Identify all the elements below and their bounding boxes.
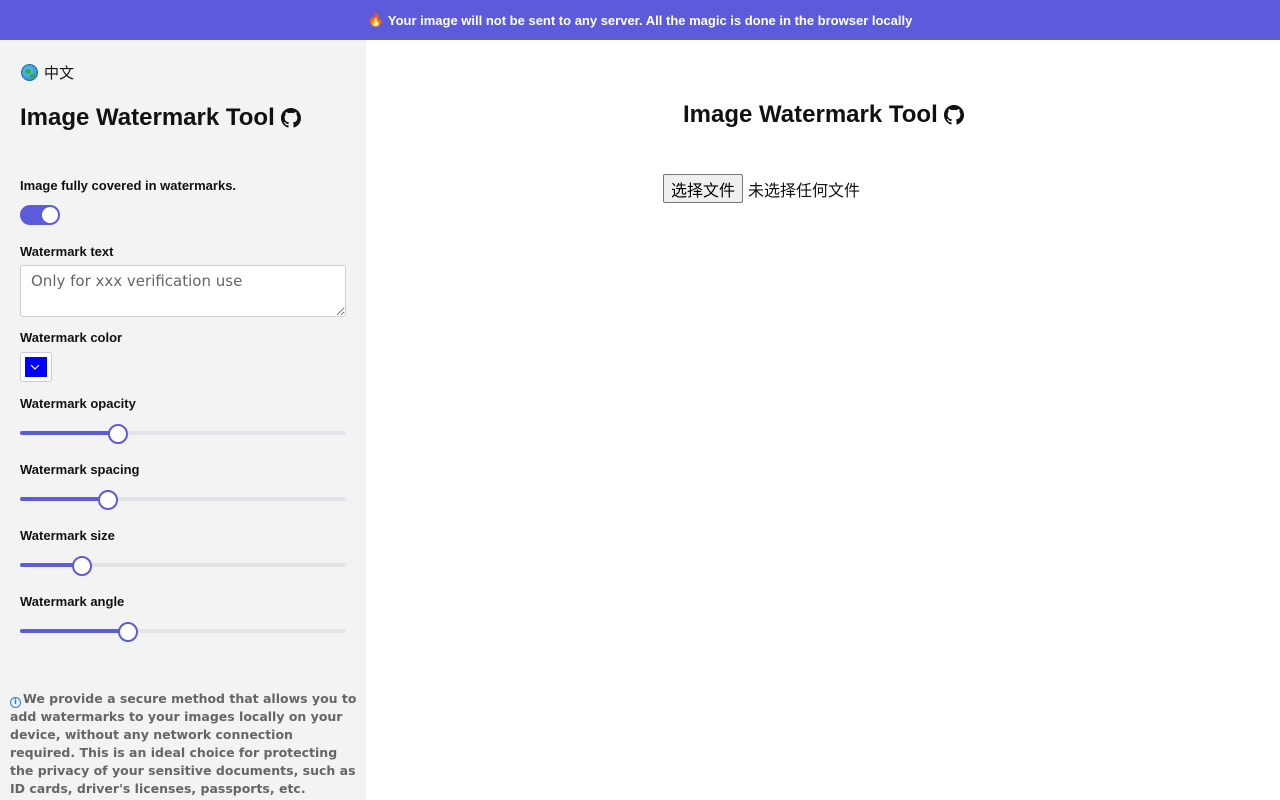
watermark-angle-label: Watermark angle [20,594,125,609]
full-cover-label: Image fully covered in watermarks. [20,178,237,193]
slider-thumb[interactable] [117,622,138,642]
slider-thumb[interactable] [71,556,92,576]
watermark-size-slider[interactable] [20,555,346,576]
watermark-angle-slider[interactable] [20,621,346,642]
page-title: Image Watermark Tool [683,101,964,129]
globe-icon [21,64,38,81]
slider-fill [20,629,128,633]
color-swatch [25,357,47,377]
page-title-text: Image Watermark Tool [683,101,938,128]
watermark-opacity-label: Watermark opacity [20,396,136,411]
slider-fill [20,497,109,501]
slider-thumb[interactable] [107,424,128,444]
file-status: 未选择任何文件 [748,180,861,200]
language-switcher[interactable]: 中文 [21,62,74,83]
full-cover-toggle[interactable] [20,205,60,225]
github-icon[interactable] [943,105,964,125]
chevron-down-icon [30,364,40,370]
toggle-knob [42,207,58,223]
sidebar-title-text: Image Watermark Tool [20,104,275,131]
watermark-color-label: Watermark color [20,330,123,345]
watermark-text-input[interactable] [20,265,346,317]
info-icon: i [10,697,21,708]
watermark-spacing-label: Watermark spacing [20,462,140,477]
watermark-opacity-slider[interactable] [20,423,346,444]
watermark-color-picker[interactable] [20,352,52,382]
privacy-banner: 🔥 Your image will not be sent to any ser… [0,0,1280,40]
sidebar: 中文 Image Watermark Tool Image fully cove… [0,40,366,800]
watermark-spacing-slider[interactable] [20,489,346,510]
slider-fill [20,431,118,435]
language-label: 中文 [44,65,75,82]
file-upload: 选择文件 未选择任何文件 [663,174,860,203]
sidebar-title: Image Watermark Tool [20,104,301,132]
watermark-size-label: Watermark size [20,528,115,543]
slider-thumb[interactable] [98,490,119,510]
privacy-info-text: We provide a secure method that allows y… [10,691,357,796]
github-icon[interactable] [280,108,301,128]
banner-text: Your image will not be sent to any serve… [387,12,913,28]
watermark-text-label: Watermark text [20,244,114,259]
privacy-info: i We provide a secure method that allows … [10,690,360,798]
fire-icon: 🔥 [367,12,384,27]
choose-file-button[interactable]: 选择文件 [663,174,744,203]
